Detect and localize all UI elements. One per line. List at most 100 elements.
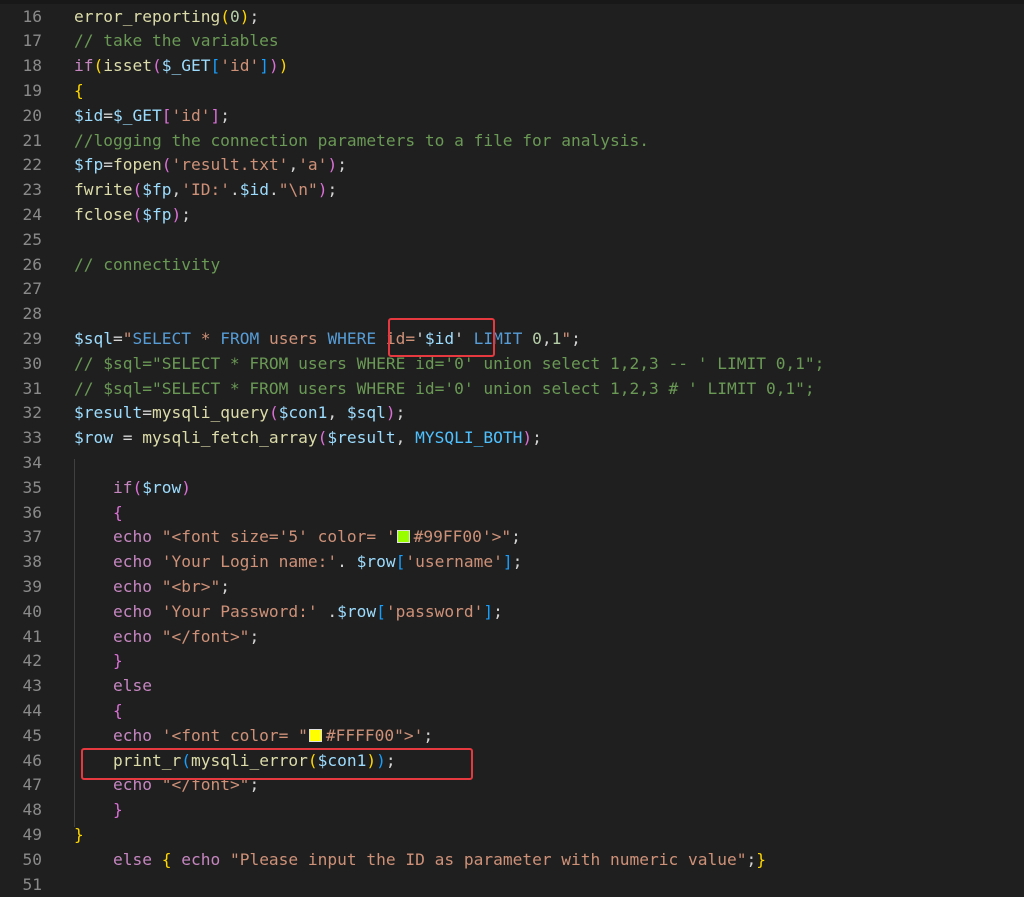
code-token: 'password': [386, 602, 483, 621]
code-token: #FFFF00">': [326, 726, 423, 745]
line-number: 37: [0, 525, 42, 550]
code-token: ;: [249, 7, 259, 26]
line-number: 45: [0, 724, 42, 749]
code-line[interactable]: 32$result=mysqli_query($con1, $sql);: [0, 401, 1024, 426]
code-token: ): [181, 478, 191, 497]
code-line[interactable]: 28: [0, 302, 1024, 327]
code-token: ): [327, 155, 337, 174]
code-token: $_GET: [162, 56, 211, 75]
code-token: 0: [230, 7, 240, 26]
code-line[interactable]: 29$sql="SELECT * FROM users WHERE id='$i…: [0, 327, 1024, 352]
code-token: $result: [327, 428, 395, 447]
code-line[interactable]: 27: [0, 277, 1024, 302]
code-token: ;: [746, 850, 756, 869]
color-swatch[interactable]: [309, 729, 322, 742]
code-line[interactable]: 31// $sql="SELECT * FROM users WHERE id=…: [0, 377, 1024, 402]
color-swatch[interactable]: [397, 530, 410, 543]
code-token: =: [103, 155, 113, 174]
line-number: 47: [0, 773, 42, 798]
line-number: 19: [0, 79, 42, 104]
code-line[interactable]: 36 {: [0, 501, 1024, 526]
code-token: [152, 627, 162, 646]
code-line[interactable]: 23fwrite($fp,'ID:'.$id."\n");: [0, 178, 1024, 203]
code-line[interactable]: 33$row = mysqli_fetch_array($result, MYS…: [0, 426, 1024, 451]
line-code: {: [74, 79, 84, 104]
code-line[interactable]: 18if(isset($_GET['id'])): [0, 54, 1024, 79]
code-token: (: [94, 56, 104, 75]
code-line[interactable]: 50 else { echo "Please input the ID as p…: [0, 848, 1024, 873]
code-token: (: [269, 403, 279, 422]
code-line[interactable]: 37 echo "<font size='5' color= '#99FF00'…: [0, 525, 1024, 550]
line-code: if($row): [74, 476, 191, 501]
code-line[interactable]: 38 echo 'Your Login name:'. $row['userna…: [0, 550, 1024, 575]
code-token: ,: [396, 428, 416, 447]
code-line[interactable]: 41 echo "</font>";: [0, 625, 1024, 650]
code-token: error_reporting: [74, 7, 220, 26]
code-token: ;: [513, 552, 523, 571]
line-code: else: [74, 674, 152, 699]
editor-top-strip: [0, 0, 1024, 4]
code-token: [74, 552, 113, 571]
code-line[interactable]: 24fclose($fp);: [0, 203, 1024, 228]
code-line[interactable]: 16error_reporting(0);: [0, 5, 1024, 30]
line-number: 32: [0, 401, 42, 426]
code-token: 'result.txt': [171, 155, 288, 174]
code-token: .: [269, 180, 279, 199]
code-token: isset: [103, 56, 152, 75]
code-token: [74, 651, 113, 670]
code-token: [522, 329, 532, 348]
code-token: $con1: [279, 403, 328, 422]
code-line[interactable]: 30// $sql="SELECT * FROM users WHERE id=…: [0, 352, 1024, 377]
code-token: //logging the connection parameters to a…: [74, 131, 649, 150]
code-line[interactable]: 34: [0, 451, 1024, 476]
code-token: ): [522, 428, 532, 447]
code-token: $result: [74, 403, 142, 422]
line-number: 39: [0, 575, 42, 600]
code-token: ;: [511, 527, 521, 546]
code-token: ;: [571, 329, 581, 348]
code-token: .: [230, 180, 240, 199]
line-number: 43: [0, 674, 42, 699]
code-line[interactable]: 42 }: [0, 649, 1024, 674]
code-token: [74, 602, 113, 621]
code-token: $row: [357, 552, 396, 571]
code-line[interactable]: 51: [0, 873, 1024, 897]
line-code: $fp=fopen('result.txt','a');: [74, 153, 347, 178]
line-number: 51: [0, 873, 42, 897]
line-code: }: [74, 798, 123, 823]
code-token: [74, 527, 113, 546]
code-line[interactable]: 26// connectivity: [0, 253, 1024, 278]
code-line[interactable]: 20$id=$_GET['id'];: [0, 104, 1024, 129]
code-line[interactable]: 25: [0, 228, 1024, 253]
code-line[interactable]: 22$fp=fopen('result.txt','a');: [0, 153, 1024, 178]
code-token: ): [240, 7, 250, 26]
code-line[interactable]: 49}: [0, 823, 1024, 848]
code-token: (: [152, 56, 162, 75]
code-token: ): [279, 56, 289, 75]
code-token: [152, 577, 162, 596]
code-line[interactable]: 21//logging the connection parameters to…: [0, 129, 1024, 154]
code-line[interactable]: 43 else: [0, 674, 1024, 699]
line-code: // take the variables: [74, 29, 279, 54]
code-token: if: [74, 56, 94, 75]
code-token: {: [74, 81, 84, 100]
code-editor[interactable]: 16error_reporting(0);17// take the varia…: [0, 0, 1024, 884]
line-number: 20: [0, 104, 42, 129]
code-line[interactable]: 19 {: [0, 79, 1024, 104]
code-token: ): [171, 205, 181, 224]
code-line[interactable]: 44 {: [0, 699, 1024, 724]
code-line[interactable]: 48 }: [0, 798, 1024, 823]
code-token: ): [318, 180, 328, 199]
code-line[interactable]: 39 echo "<br>";: [0, 575, 1024, 600]
code-line[interactable]: 35 if($row): [0, 476, 1024, 501]
code-token: else: [113, 676, 152, 695]
code-line[interactable]: 45 echo '<font color= "#FFFF00">';: [0, 724, 1024, 749]
code-token: }: [74, 825, 84, 844]
code-line[interactable]: 17// take the variables: [0, 29, 1024, 54]
code-token: [74, 800, 113, 819]
code-token: FROM: [220, 329, 259, 348]
code-token: .: [337, 552, 357, 571]
code-line[interactable]: 40 echo 'Your Password:' .$row['password…: [0, 600, 1024, 625]
code-token: ;: [220, 577, 230, 596]
code-token: ;: [327, 180, 337, 199]
